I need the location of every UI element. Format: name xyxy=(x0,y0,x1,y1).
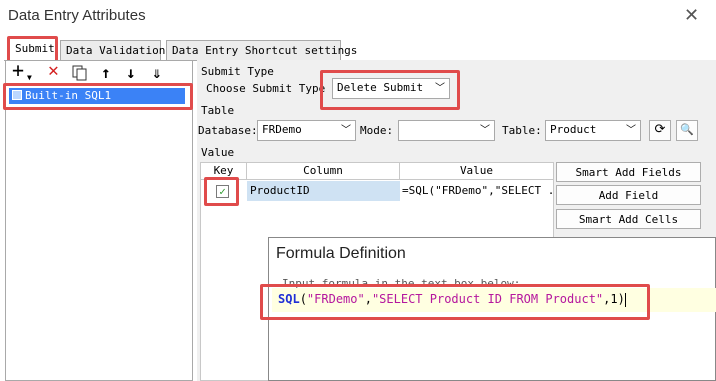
list-item-highlight xyxy=(3,83,193,110)
column-cell[interactable]: ProductID xyxy=(247,181,400,201)
mode-label: Mode: xyxy=(360,124,394,137)
move-down-icon[interactable]: ↓ xyxy=(126,65,136,81)
smart-add-cells-button[interactable]: Smart Add Cells xyxy=(556,209,701,229)
refresh-icon[interactable]: ⟳ xyxy=(649,120,671,141)
add-icon[interactable]: + xyxy=(12,60,24,80)
column-header-value: Value xyxy=(400,163,553,180)
database-value: FRDemo xyxy=(262,123,302,136)
delete-icon[interactable]: ✕ xyxy=(48,62,59,80)
table-select[interactable]: Product ﹀ xyxy=(545,120,641,141)
key-checkbox-highlight xyxy=(204,177,239,206)
database-select[interactable]: FRDemo ﹀ xyxy=(257,120,356,141)
value-cell[interactable]: =SQL("FRDemo","SELECT ... xyxy=(400,181,553,201)
formula-highlight xyxy=(260,284,650,320)
database-label: Database: xyxy=(198,124,258,137)
chevron-down-icon: ﹀ xyxy=(336,121,355,140)
value-section-label: Value xyxy=(201,146,235,159)
smart-add-fields-button[interactable]: Smart Add Fields xyxy=(556,162,701,182)
chevron-down-icon: ﹀ xyxy=(475,121,494,140)
close-icon[interactable]: ✕ xyxy=(684,5,699,26)
chevron-down-icon: ﹀ xyxy=(621,121,640,140)
copy-icon[interactable] xyxy=(72,65,88,84)
tab-data-validation[interactable]: Data Validation xyxy=(60,40,165,60)
table-label: Table: xyxy=(502,124,542,137)
submit-type-section-label: Submit Type xyxy=(201,65,274,78)
mode-select[interactable]: ﹀ xyxy=(398,120,495,141)
add-field-button[interactable]: Add Field xyxy=(556,185,701,205)
tab-data-entry-shortcut-settings[interactable]: Data Entry Shortcut settings xyxy=(166,40,357,60)
table-value: Product xyxy=(550,123,597,136)
table-section-label: Table xyxy=(201,104,235,117)
move-up-icon[interactable]: ↑ xyxy=(101,65,111,81)
formula-dialog-title: Formula Definition xyxy=(276,245,406,262)
order-icon[interactable]: ⇓ xyxy=(152,65,162,81)
choose-submit-type-label: Choose Submit Type xyxy=(206,82,326,95)
window-title: Data Entry Attributes xyxy=(8,7,146,24)
column-header-column: Column xyxy=(247,163,400,180)
submit-type-highlight xyxy=(320,70,460,110)
preview-icon[interactable]: 🔍 xyxy=(676,120,698,141)
